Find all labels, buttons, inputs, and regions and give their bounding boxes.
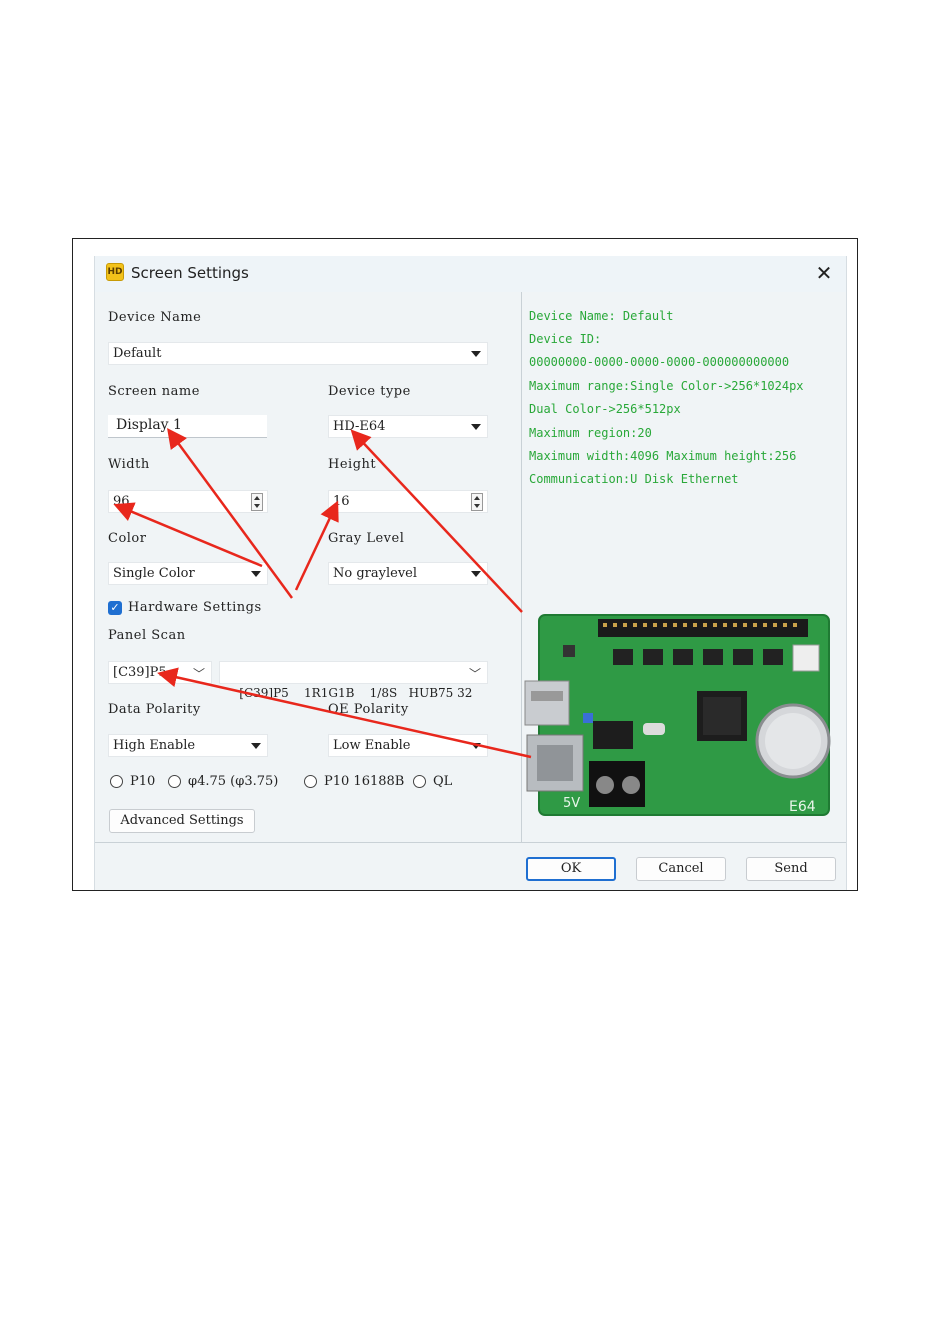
annotation-arrows <box>113 427 532 759</box>
arrow-to-device-type <box>350 429 523 613</box>
arrow-to-width <box>113 502 263 568</box>
arrow-to-screen-name <box>167 427 294 599</box>
arrow-to-panel-scan <box>157 667 532 759</box>
arrow-to-height <box>294 500 339 591</box>
